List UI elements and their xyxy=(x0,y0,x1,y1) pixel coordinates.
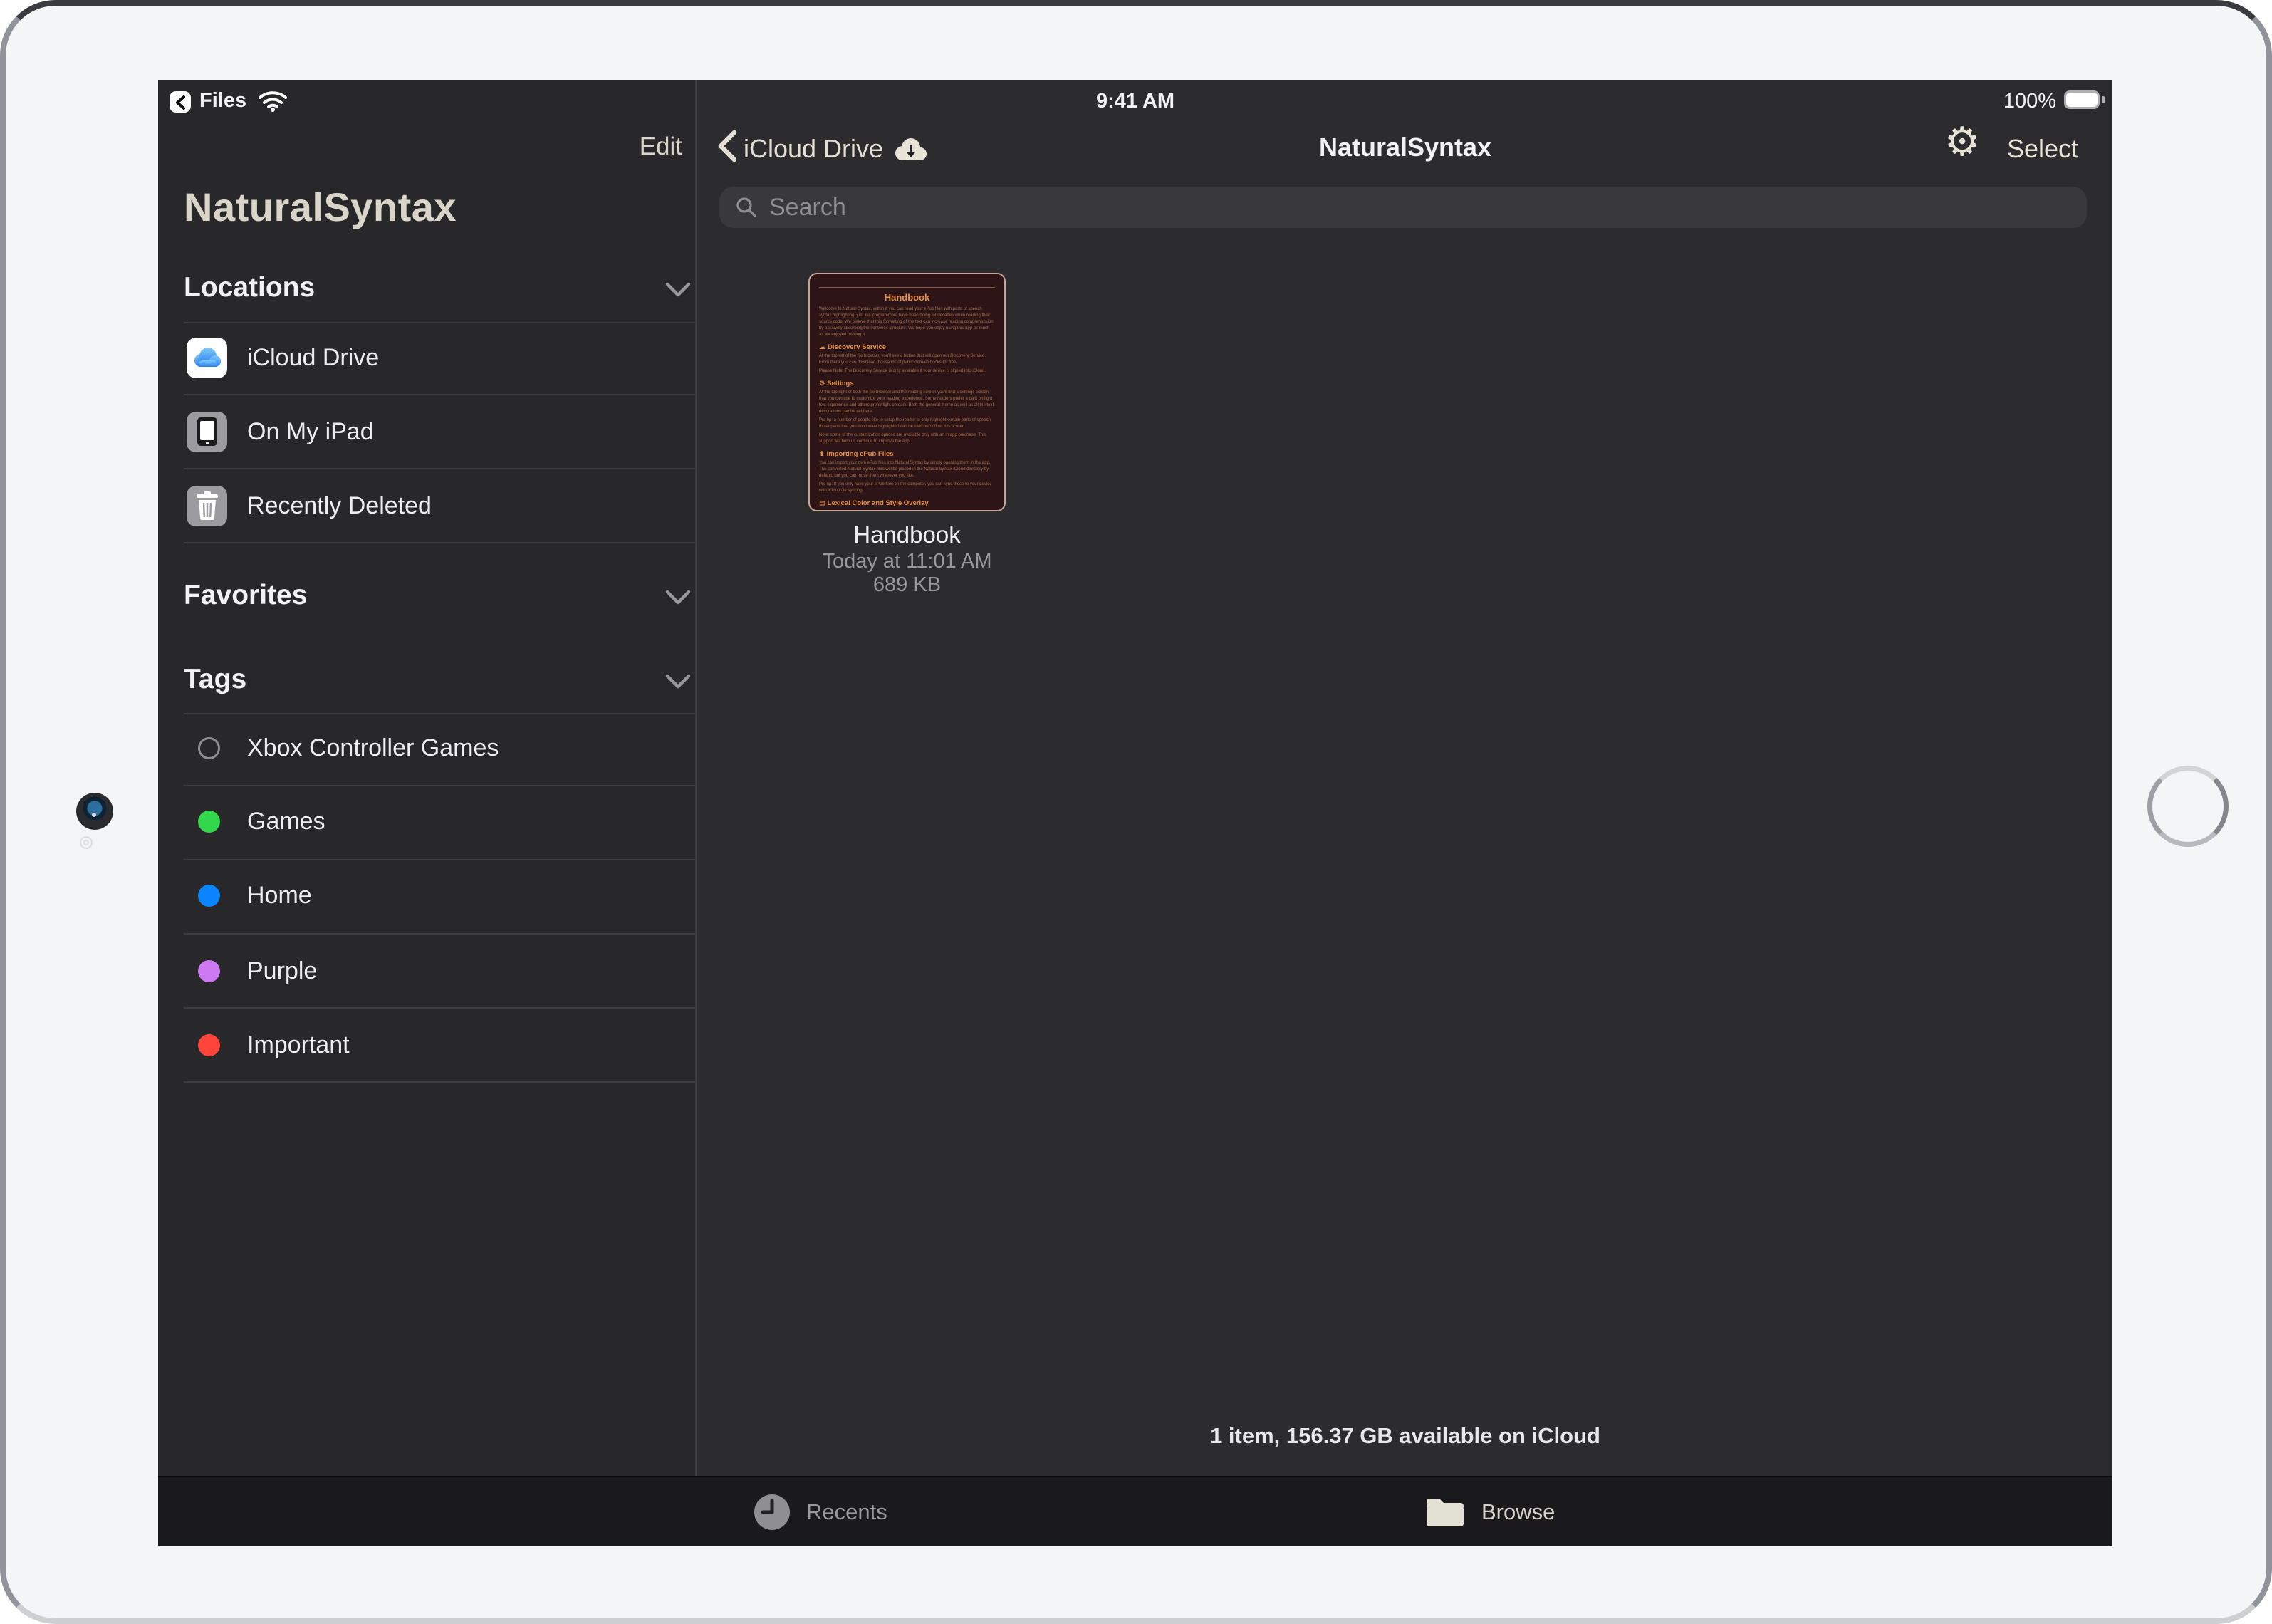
section-header-tags[interactable]: Tags xyxy=(184,664,246,695)
tag-label: Purple xyxy=(247,957,317,985)
clock-time: 9:41 AM xyxy=(158,90,2112,113)
settings-gear-icon[interactable]: ⚙ xyxy=(1944,123,1980,162)
icloud-drive-icon xyxy=(187,338,227,378)
select-button[interactable]: Select xyxy=(2007,134,2078,164)
file-modified-date: Today at 11:01 AM xyxy=(773,550,1041,573)
screen: Edit NaturalSyntax Locations iCloud Driv… xyxy=(158,80,2112,1546)
sidebar-tag-games[interactable]: Games xyxy=(158,784,697,858)
tag-circle-icon xyxy=(198,885,220,907)
tab-recents[interactable]: Recents xyxy=(754,1477,887,1546)
status-bar: Files 9:41 AM 100% xyxy=(158,80,2112,121)
trash-icon xyxy=(187,486,227,526)
chevron-down-icon[interactable] xyxy=(665,590,691,605)
tab-recents-label: Recents xyxy=(806,1499,887,1525)
thumbnail-p: Note: some of the customization options … xyxy=(819,432,995,445)
ipad-device-frame: Edit NaturalSyntax Locations iCloud Driv… xyxy=(0,0,2272,1624)
front-camera xyxy=(76,793,113,830)
battery-icon xyxy=(2064,90,2100,109)
ipad-icon xyxy=(187,412,227,452)
section-header-locations[interactable]: Locations xyxy=(184,272,315,303)
tag-circle-icon xyxy=(198,737,220,759)
thumbnail-title: Handbook xyxy=(819,292,995,303)
battery-percent: 100% xyxy=(1981,90,2056,113)
tag-circle-icon xyxy=(198,1034,220,1056)
thumbnail-h: ⚙ Settings xyxy=(819,380,995,387)
light-sensor xyxy=(80,836,93,849)
sidebar-tag-purple[interactable]: Purple xyxy=(158,934,697,1008)
sidebar-tag-important[interactable]: Important xyxy=(158,1008,697,1082)
thumbnail-p: Welcome to Natural Syntax, within it you… xyxy=(819,306,995,338)
tab-browse-label: Browse xyxy=(1481,1499,1555,1525)
thumbnail-p: At the top left of the file browser, you… xyxy=(819,353,995,366)
search-placeholder: Search xyxy=(769,194,846,222)
thumbnail-p: At the top right of both the file browse… xyxy=(819,390,995,415)
tag-circle-icon xyxy=(198,811,220,833)
tag-circle-icon xyxy=(198,960,220,982)
search-icon xyxy=(735,196,758,219)
tag-label: Games xyxy=(247,808,325,836)
sidebar-tag-xbox-controller-games[interactable]: Xbox Controller Games xyxy=(158,711,697,785)
search-input[interactable]: Search xyxy=(719,187,2087,228)
sidebar-item-recently-deleted[interactable]: Recently Deleted xyxy=(158,469,697,543)
tag-label: Home xyxy=(247,882,312,910)
thumbnail-p: While you're reading your book, you can … xyxy=(819,509,995,511)
sidebar-item-label: Recently Deleted xyxy=(247,492,432,520)
home-button[interactable] xyxy=(2147,766,2229,847)
edit-button[interactable]: Edit xyxy=(184,132,682,161)
sidebar-item-icloud-drive[interactable]: iCloud Drive xyxy=(158,321,697,395)
page-title: NaturalSyntax xyxy=(698,132,2112,162)
divider xyxy=(184,1081,697,1083)
thumbnail-p: You can import your own ePub files into … xyxy=(819,460,995,479)
chevron-down-icon[interactable] xyxy=(665,674,691,689)
thumbnail-rule xyxy=(819,287,995,288)
file-name[interactable]: Handbook xyxy=(773,521,1041,548)
battery-icon-nub xyxy=(2102,96,2105,103)
thumbnail-h: ☁ Discovery Service xyxy=(819,343,995,351)
folder-icon xyxy=(1424,1496,1466,1529)
divider xyxy=(184,542,697,543)
thumbnail-p: Pro tip: a number of people like to setu… xyxy=(819,417,995,430)
sidebar-item-label: On My iPad xyxy=(247,418,374,446)
item-count-status: 1 item, 156.37 GB available on iCloud xyxy=(698,1423,2112,1449)
file-size: 689 KB xyxy=(773,573,1041,597)
thumbnail-h: ⬆ Importing ePub Files xyxy=(819,450,995,458)
sidebar-tag-home[interactable]: Home xyxy=(158,858,697,932)
chevron-down-icon[interactable] xyxy=(665,282,691,298)
clock-icon xyxy=(754,1494,791,1531)
thumbnail-p: Pro tip: If you only have your ePub file… xyxy=(819,482,995,494)
sidebar: Edit NaturalSyntax Locations iCloud Driv… xyxy=(158,80,697,1476)
tab-bar: Recents Browse xyxy=(158,1476,2112,1546)
sidebar-item-label: iCloud Drive xyxy=(247,344,379,372)
tag-label: Xbox Controller Games xyxy=(247,734,499,762)
thumbnail-p: Please Note: The Discovery Service is on… xyxy=(819,368,995,375)
section-header-favorites[interactable]: Favorites xyxy=(184,580,307,611)
sidebar-app-title: NaturalSyntax xyxy=(184,184,457,230)
tag-label: Important xyxy=(247,1031,350,1059)
tab-browse[interactable]: Browse xyxy=(1424,1477,1555,1546)
file-thumbnail-handbook[interactable]: Handbook Welcome to Natural Syntax, withi… xyxy=(808,273,1006,511)
sidebar-item-on-my-ipad[interactable]: On My iPad xyxy=(158,395,697,469)
thumbnail-h: ▤ Lexical Color and Style Overlay xyxy=(819,499,995,507)
